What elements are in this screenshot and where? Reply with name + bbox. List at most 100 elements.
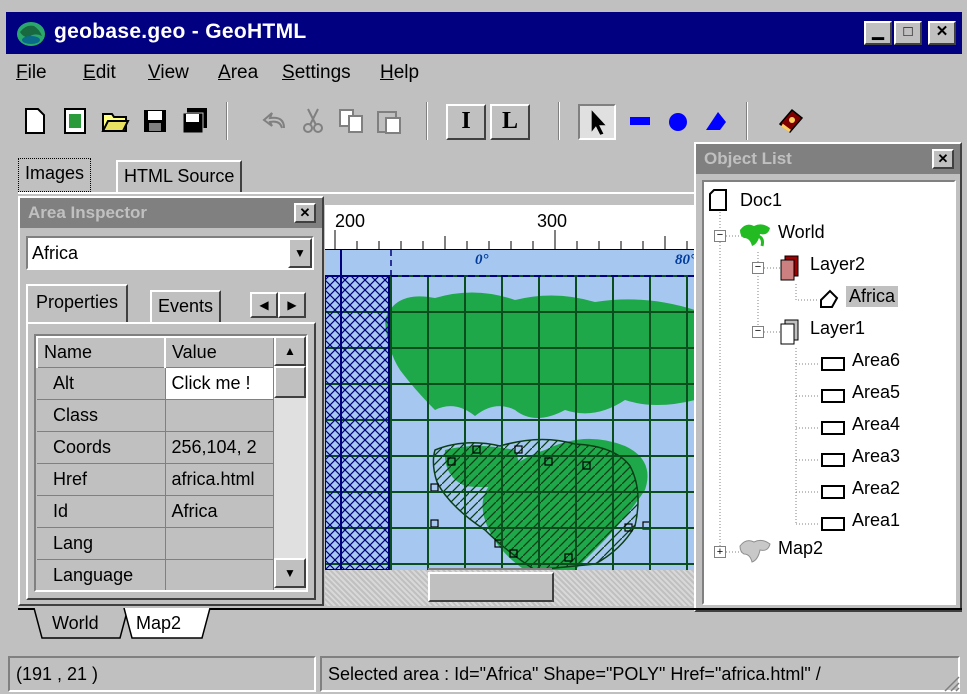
tree-node-area3[interactable]: Area3 xyxy=(852,446,900,467)
property-value[interactable]: 256,104, 2 xyxy=(165,431,274,464)
collapse-world-toggle[interactable]: − xyxy=(714,230,726,242)
tab-properties[interactable]: Properties xyxy=(26,284,129,322)
text-l-button[interactable]: L xyxy=(490,104,530,140)
table-row[interactable]: Href africa.html xyxy=(37,463,274,496)
scroll-up-button[interactable]: ▲ xyxy=(274,336,306,366)
menu-file[interactable]: File xyxy=(16,62,47,84)
collapse-layer1-toggle[interactable]: − xyxy=(752,326,764,338)
maximize-button[interactable]: □ xyxy=(894,21,922,45)
help-book-icon[interactable] xyxy=(776,106,806,136)
menu-edit[interactable]: Edit xyxy=(83,62,116,84)
tree-node-map2[interactable]: Map2 xyxy=(778,538,823,559)
object-list-panel: Object List ✕ Doc1 − World − Layer2 Afri… xyxy=(694,142,962,612)
text-i-button[interactable]: I xyxy=(446,104,486,140)
area-inspector-close-button[interactable]: ✕ xyxy=(294,203,316,223)
paste-icon[interactable] xyxy=(374,106,404,136)
menu-help[interactable]: Help xyxy=(380,62,419,84)
tree-node-area6[interactable]: Area6 xyxy=(852,350,900,371)
resize-grip-icon[interactable] xyxy=(942,674,960,692)
property-value[interactable] xyxy=(165,559,274,590)
expand-map2-toggle[interactable]: + xyxy=(714,546,726,558)
horizontal-ruler: 200 300 xyxy=(325,205,695,250)
tree-node-area2[interactable]: Area2 xyxy=(852,478,900,499)
status-coordinates: (191 , 21 ) xyxy=(8,656,316,692)
new-icon[interactable] xyxy=(20,106,50,136)
cut-icon[interactable] xyxy=(298,106,328,136)
ruler-ticks xyxy=(334,230,688,250)
tab-map2[interactable]: Map2 xyxy=(136,613,181,634)
pointer-tool-button[interactable] xyxy=(578,104,616,140)
area-inspector-panel: Area Inspector ✕ Africa ▼ Properties Eve… xyxy=(18,196,324,606)
table-row[interactable]: Alt Click me ! xyxy=(37,367,274,400)
close-icon: ✕ xyxy=(299,205,311,220)
table-row[interactable]: Coords 256,104, 2 xyxy=(37,431,274,464)
tab-scroll-left-button[interactable]: ◀ xyxy=(250,292,278,318)
circle-tool-icon[interactable] xyxy=(664,106,694,136)
scroll-down-button[interactable]: ▼ xyxy=(274,558,306,588)
minimize-icon: ▁ xyxy=(872,23,884,40)
table-row[interactable]: Class xyxy=(37,399,274,432)
tab-images[interactable]: Images xyxy=(18,158,92,192)
chevron-down-icon: ▼ xyxy=(294,246,306,260)
save-icon[interactable] xyxy=(140,106,170,136)
maximize-icon: □ xyxy=(903,23,913,40)
property-name: Lang xyxy=(37,527,166,560)
horizontal-scroll-thumb[interactable] xyxy=(428,572,554,602)
image-icon[interactable] xyxy=(60,106,90,136)
property-value-input[interactable]: Click me ! xyxy=(165,367,274,400)
tree-node-africa[interactable]: Africa xyxy=(846,286,899,307)
properties-page: Name Value Alt Click me ! Class Coords 2… xyxy=(26,322,316,600)
table-row[interactable]: Language xyxy=(37,559,274,590)
area-select-dropdown-button[interactable]: ▼ xyxy=(288,238,312,268)
menu-view[interactable]: View xyxy=(148,62,189,84)
map-canvas[interactable]: 0° 80° xyxy=(325,250,695,570)
property-value[interactable] xyxy=(165,527,274,560)
property-value[interactable] xyxy=(165,399,274,432)
open-icon[interactable] xyxy=(100,106,130,136)
close-icon: ✕ xyxy=(935,23,949,40)
rectangle-icon xyxy=(821,357,845,371)
menu-settings[interactable]: Settings xyxy=(282,62,351,84)
save-all-icon[interactable] xyxy=(180,106,210,136)
table-row[interactable]: Lang xyxy=(37,527,274,560)
tree-node-area1[interactable]: Area1 xyxy=(852,510,900,531)
tree-node-layer1[interactable]: Layer1 xyxy=(810,318,865,339)
minimize-button[interactable]: ▁ xyxy=(864,21,892,45)
menu-area[interactable]: Area xyxy=(218,62,258,84)
tree-node-layer2[interactable]: Layer2 xyxy=(810,254,865,275)
window-title: geobase.geo - GeoHTML xyxy=(54,20,307,43)
object-list-close-button[interactable]: ✕ xyxy=(932,149,954,169)
tree-node-area5[interactable]: Area5 xyxy=(852,382,900,403)
polygon-icon xyxy=(820,289,839,308)
rect-tool-icon[interactable] xyxy=(626,106,656,136)
document-icon xyxy=(709,189,727,211)
table-row[interactable]: Id Africa xyxy=(37,495,274,528)
undo-icon[interactable] xyxy=(260,106,290,136)
tab-scroll-right-button[interactable]: ▶ xyxy=(278,292,306,318)
tab-events[interactable]: Events xyxy=(150,290,222,322)
rectangle-icon xyxy=(821,485,845,499)
column-header-name[interactable]: Name xyxy=(36,336,166,368)
area-inspector-title: Area Inspector xyxy=(28,203,148,222)
property-value[interactable]: Africa xyxy=(165,495,274,528)
world-map-image[interactable] xyxy=(325,250,695,570)
scroll-thumb[interactable] xyxy=(274,366,306,398)
tab-world[interactable]: World xyxy=(52,613,99,634)
tree-node-world[interactable]: World xyxy=(778,222,825,243)
collapse-layer2-toggle[interactable]: − xyxy=(752,262,764,274)
properties-scrollbar[interactable]: ▲ ▼ xyxy=(274,336,306,590)
area-select[interactable]: Africa ▼ xyxy=(26,236,314,270)
close-button[interactable]: ✕ xyxy=(928,21,956,45)
longitude-0-label: 0° xyxy=(475,252,489,268)
ruler-label-200: 200 xyxy=(335,211,366,231)
arrow-right-icon: ▶ xyxy=(287,298,297,312)
tree-node-doc1[interactable]: Doc1 xyxy=(740,190,782,211)
tab-html-source[interactable]: HTML Source xyxy=(116,160,243,192)
property-name: Alt xyxy=(37,367,166,400)
property-name: Id xyxy=(37,495,166,528)
copy-icon[interactable] xyxy=(336,106,366,136)
poly-tool-icon[interactable] xyxy=(702,106,732,136)
column-header-value[interactable]: Value xyxy=(164,336,274,368)
tree-node-area4[interactable]: Area4 xyxy=(852,414,900,435)
property-value[interactable]: africa.html xyxy=(165,463,274,496)
